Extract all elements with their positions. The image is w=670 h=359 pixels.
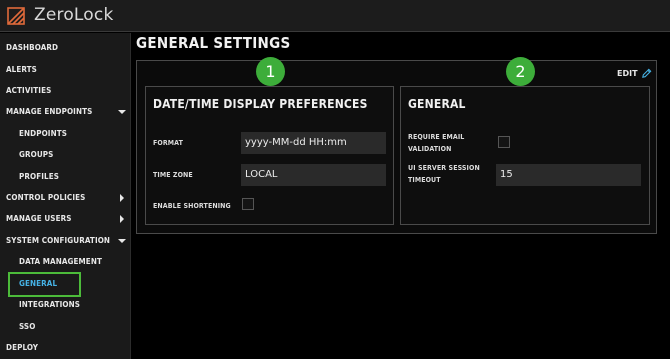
sidebar-item-dashboard[interactable]: DASHBOARD xyxy=(0,38,131,58)
timezone-label: TIME ZONE xyxy=(153,171,193,179)
page-title: GENERAL SETTINGS xyxy=(136,34,291,52)
sidebar-item-label: PROFILES xyxy=(19,172,60,181)
sidebar-item-label: MANAGE USERS xyxy=(6,214,72,223)
general-card: GENERAL xyxy=(400,86,650,225)
session-timeout-label: UI SERVER SESSION TIMEOUT xyxy=(408,162,480,186)
app-title: ZeroLock xyxy=(34,5,114,25)
sidebar-item-label: ENDPOINTS xyxy=(19,129,68,138)
sidebar-item-sso[interactable]: SSO xyxy=(0,317,131,337)
step-badge-2: 2 xyxy=(506,57,535,86)
enable-shortening-label: ENABLE SHORTENING xyxy=(153,202,231,210)
label-line: REQUIRE EMAIL xyxy=(408,133,465,141)
sidebar-item-alerts[interactable]: ALERTS xyxy=(0,60,131,80)
sidebar-item-endpoints[interactable]: ENDPOINTS xyxy=(0,124,131,144)
enable-shortening-checkbox[interactable] xyxy=(242,198,254,210)
sidebar-nav: DASHBOARD ALERTS ACTIVITIES MANAGE ENDPO… xyxy=(0,33,131,359)
label-line: TIMEOUT xyxy=(408,176,441,184)
label-line: UI SERVER SESSION xyxy=(408,164,480,172)
edit-button[interactable]: EDIT xyxy=(617,68,652,79)
sidebar-item-label: CONTROL POLICIES xyxy=(6,193,86,202)
sidebar-item-label: INTEGRATIONS xyxy=(19,300,81,309)
sidebar-item-activities[interactable]: ACTIVITIES xyxy=(0,81,131,101)
sidebar-item-label: DATA MANAGEMENT xyxy=(19,257,102,266)
sidebar-item-label: SSO xyxy=(19,322,36,331)
sidebar-item-label: GROUPS xyxy=(19,150,54,159)
chevron-down-icon xyxy=(118,110,126,114)
edit-label: EDIT xyxy=(617,69,638,78)
sidebar-item-groups[interactable]: GROUPS xyxy=(0,145,131,165)
card-title: DATE/TIME DISPLAY PREFERENCES xyxy=(153,97,368,111)
sidebar-item-general[interactable]: GENERAL xyxy=(0,274,131,294)
sidebar-item-deploy[interactable]: DEPLOY xyxy=(0,338,131,358)
sidebar-item-label: ACTIVITIES xyxy=(6,86,52,95)
top-bar: ZeroLock xyxy=(0,0,670,32)
label-line: VALIDATION xyxy=(408,145,452,153)
chevron-right-icon xyxy=(120,215,124,223)
sidebar-item-control-policies[interactable]: CONTROL POLICIES xyxy=(0,188,131,208)
timezone-field[interactable]: LOCAL xyxy=(241,164,386,186)
sidebar-item-data-management[interactable]: DATA MANAGEMENT xyxy=(0,252,131,272)
sidebar-item-profiles[interactable]: PROFILES xyxy=(0,167,131,187)
sidebar-item-label: GENERAL xyxy=(19,279,58,288)
sidebar-item-label: SYSTEM CONFIGURATION xyxy=(6,236,111,245)
pencil-icon xyxy=(641,68,651,78)
step-badge-1: 1 xyxy=(256,57,285,86)
sidebar-item-integrations[interactable]: INTEGRATIONS xyxy=(0,295,131,315)
sidebar-item-label: MANAGE ENDPOINTS xyxy=(6,107,93,116)
session-timeout-field[interactable]: 15 xyxy=(496,164,641,186)
chevron-down-icon xyxy=(118,239,126,243)
format-field[interactable]: yyyy-MM-dd HH:mm xyxy=(241,132,386,154)
require-email-validation-checkbox[interactable] xyxy=(498,136,510,148)
require-email-validation-label: REQUIRE EMAIL VALIDATION xyxy=(408,131,464,155)
format-label: FORMAT xyxy=(153,139,184,147)
sidebar-item-system-configuration[interactable]: SYSTEM CONFIGURATION xyxy=(0,231,131,251)
sidebar-item-label: DEPLOY xyxy=(6,343,39,352)
sidebar-item-manage-users[interactable]: MANAGE USERS xyxy=(0,209,131,229)
card-title: GENERAL xyxy=(408,97,466,111)
chevron-right-icon xyxy=(120,194,124,202)
zerolock-logo-icon[interactable] xyxy=(7,7,25,25)
sidebar-item-manage-endpoints[interactable]: MANAGE ENDPOINTS xyxy=(0,102,131,122)
sidebar-item-label: ALERTS xyxy=(6,65,37,74)
sidebar-item-label: DASHBOARD xyxy=(6,43,59,52)
